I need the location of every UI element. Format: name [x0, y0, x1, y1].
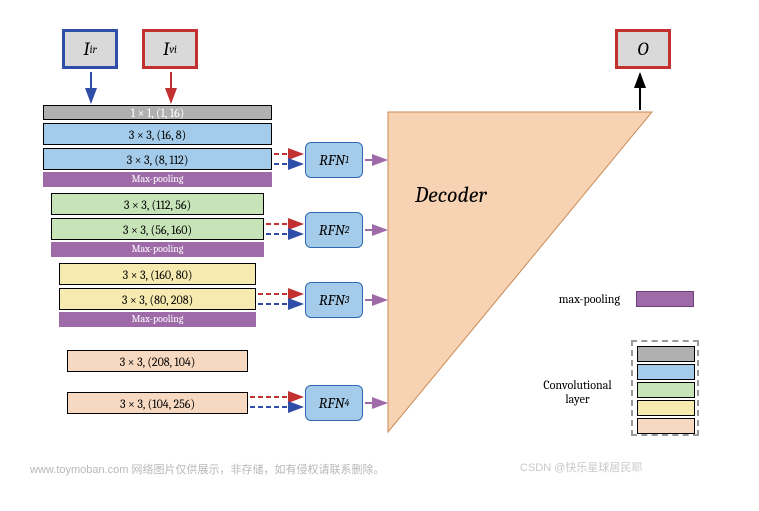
rfn-3: RFN3 — [305, 282, 363, 318]
conv-layer-4b: 3 × 3, (104, 256) — [67, 392, 248, 414]
input-ir-sub: ir — [90, 43, 97, 56]
rfn-1: RFN1 — [305, 142, 363, 178]
rfn-2: RFN2 — [305, 212, 363, 248]
legend-swatch-grey — [637, 346, 695, 362]
legend-maxpool-label: max-pooling — [540, 292, 620, 306]
conv-layer-3b: 3 × 3, (80, 208) — [59, 288, 256, 310]
footer-right: CSDN @快乐星球居民耶 — [520, 459, 642, 475]
maxpool-3: Max-pooling — [59, 312, 256, 327]
output-o: O — [615, 29, 671, 69]
rfn-4: RFN4 — [305, 385, 363, 421]
legend-swatch-blue — [637, 364, 695, 380]
legend-swatch-peach — [637, 418, 695, 434]
conv-layer-0: 1 × 1, (1, 16) — [43, 105, 272, 120]
conv-layer-2b: 3 × 3, (56, 160) — [51, 218, 264, 240]
legend-convlayer-label: Convolutional layer — [530, 378, 625, 406]
input-vi-sub: vi — [169, 43, 177, 56]
conv-layer-2a: 3 × 3, (112, 56) — [51, 193, 264, 215]
conv-layer-3a: 3 × 3, (160, 80) — [59, 263, 256, 285]
maxpool-2: Max-pooling — [51, 242, 264, 257]
legend-swatch-green — [637, 382, 695, 398]
input-ir: Iir — [62, 29, 118, 69]
legend-swatch-yellow — [637, 400, 695, 416]
conv-layer-1b: 3 × 3, (8, 112) — [43, 148, 272, 170]
conv-layer-4a: 3 × 3, (208, 104) — [67, 350, 248, 372]
decoder-label: Decoder — [415, 182, 487, 208]
input-vi: Ivi — [142, 29, 198, 69]
maxpool-1: Max-pooling — [43, 172, 272, 187]
legend-maxpool-swatch — [636, 291, 694, 307]
conv-layer-1a: 3 × 3, (16, 8) — [43, 123, 272, 145]
footer-left: www.toymoban.com 网络图片仅供展示，非存储，如有侵权请联系删除。 — [30, 461, 384, 477]
legend-convlayer-box — [631, 340, 699, 436]
